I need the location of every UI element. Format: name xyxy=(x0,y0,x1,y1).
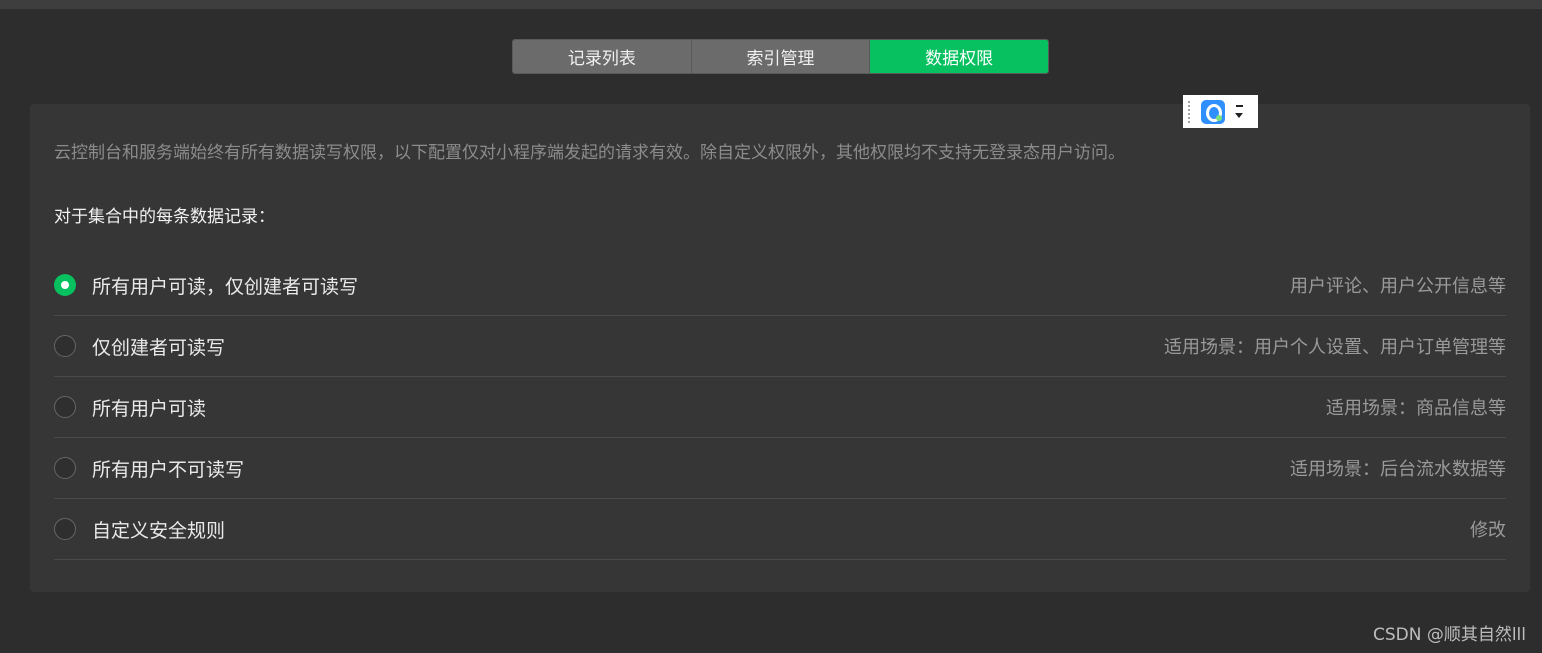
floating-toolbar[interactable] xyxy=(1183,95,1258,128)
permission-description: 云控制台和服务端始终有所有数据读写权限，以下配置仅对小程序端发起的请求有效。除自… xyxy=(54,143,1125,163)
dropdown-triangle xyxy=(1235,112,1243,118)
option-all-read[interactable]: 所有用户可读 适用场景：商品信息等 xyxy=(54,377,1506,438)
watermark: CSDN @顺其自然lll xyxy=(1372,625,1526,645)
option-custom-rules[interactable]: 自定义安全规则 修改 xyxy=(54,499,1506,560)
option-left: 所有用户可读，仅创建者可读写 xyxy=(54,272,358,299)
segmented-tabs: 记录列表 索引管理 数据权限 xyxy=(512,39,1049,74)
tab-data-permission[interactable]: 数据权限 xyxy=(870,40,1048,73)
option-left: 所有用户可读 xyxy=(54,394,206,421)
option-hint: 适用场景：用户个人设置、用户订单管理等 xyxy=(1164,337,1506,358)
option-label: 所有用户可读，仅创建者可读写 xyxy=(92,275,359,298)
dropdown-arrow-icon[interactable] xyxy=(1234,102,1244,122)
option-none[interactable]: 所有用户不可读写 适用场景：后台流水数据等 xyxy=(54,438,1506,499)
tab-record-list[interactable]: 记录列表 xyxy=(513,40,692,73)
tab-index-management[interactable]: 索引管理 xyxy=(691,40,871,73)
dropdown-bar xyxy=(1236,104,1243,107)
drag-handle-icon[interactable] xyxy=(1187,99,1191,124)
edit-rules-link[interactable]: 修改 xyxy=(1470,516,1506,542)
radio-unchecked-icon[interactable] xyxy=(54,335,76,357)
option-hint: 适用场景：后台流水数据等 xyxy=(1290,459,1506,480)
option-label: 自定义安全规则 xyxy=(92,519,226,542)
permission-options: 所有用户可读，仅创建者可读写 用户评论、用户公开信息等 仅创建者可读写 适用场景… xyxy=(54,255,1506,560)
option-label: 所有用户可读 xyxy=(92,397,207,420)
option-creator-only[interactable]: 仅创建者可读写 适用场景：用户个人设置、用户订单管理等 xyxy=(54,316,1506,377)
option-hint: 用户评论、用户公开信息等 xyxy=(1290,276,1506,297)
radio-unchecked-icon[interactable] xyxy=(54,396,76,418)
option-left: 自定义安全规则 xyxy=(54,516,225,543)
radio-checked-icon[interactable] xyxy=(54,274,76,296)
permission-panel: 云控制台和服务端始终有所有数据读写权限，以下配置仅对小程序端发起的请求有效。除自… xyxy=(30,104,1530,592)
option-all-read-creator-write[interactable]: 所有用户可读，仅创建者可读写 用户评论、用户公开信息等 xyxy=(54,255,1506,316)
option-hint: 适用场景：商品信息等 xyxy=(1326,398,1506,419)
radio-unchecked-icon[interactable] xyxy=(54,518,76,540)
top-bar xyxy=(0,0,1542,9)
section-title: 对于集合中的每条数据记录： xyxy=(54,207,275,227)
radio-unchecked-icon[interactable] xyxy=(54,457,76,479)
option-left: 仅创建者可读写 xyxy=(54,333,225,360)
option-left: 所有用户不可读写 xyxy=(54,455,244,482)
option-label: 仅创建者可读写 xyxy=(92,336,226,359)
floating-toolbar-q-icon[interactable] xyxy=(1201,99,1225,124)
option-label: 所有用户不可读写 xyxy=(92,458,245,481)
